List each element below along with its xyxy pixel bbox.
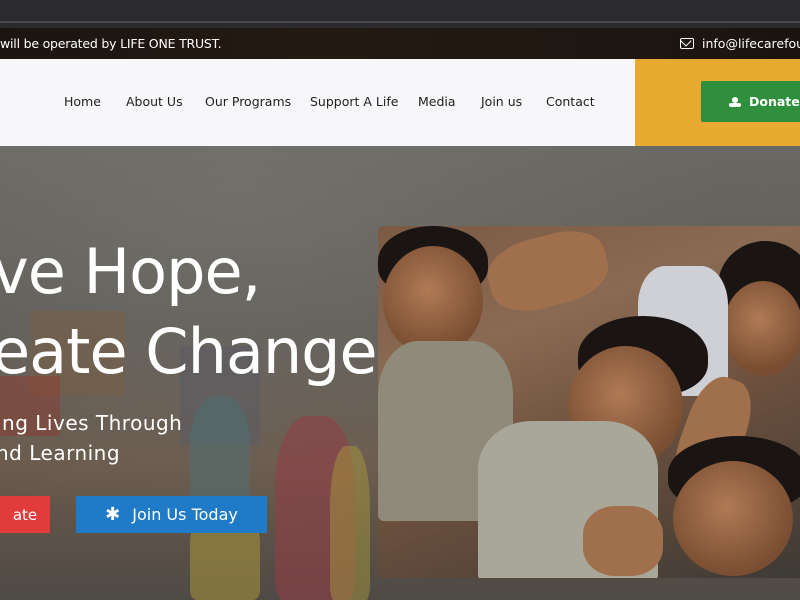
- photo-child-face: [723, 281, 800, 376]
- donate-button-label: Donate: [749, 94, 800, 109]
- top-announcement-bar: will be operated by LIFE ONE TRUST. info…: [0, 28, 800, 59]
- nav-contact[interactable]: Contact: [546, 94, 595, 109]
- browser-chrome: [0, 0, 800, 28]
- hero-subtitle: ing Lives Through nd Learning: [0, 408, 182, 468]
- email-text: info@lifecarefound: [702, 36, 800, 51]
- nav-about-us[interactable]: About Us: [126, 94, 183, 109]
- photo-child-hand: [480, 226, 616, 321]
- donate-button[interactable]: Donate: [701, 81, 800, 122]
- email-link[interactable]: info@lifecarefound: [680, 36, 800, 51]
- photo-child-face: [383, 246, 483, 356]
- photo-child-face: [673, 461, 793, 576]
- nav-media[interactable]: Media: [418, 94, 456, 109]
- hero-photo-children: [378, 226, 800, 578]
- hero-title-line1: ve Hope,: [0, 235, 261, 308]
- join-button-label: Join Us Today: [132, 505, 238, 524]
- announcement-text: will be operated by LIFE ONE TRUST.: [0, 36, 222, 51]
- join-us-today-button[interactable]: ✱ Join Us Today: [76, 496, 267, 533]
- photo-child-hand: [583, 506, 663, 576]
- hero-donate-button[interactable]: ate: [0, 496, 50, 533]
- hero-title: ve Hope, eate Change: [0, 232, 378, 392]
- hero-subtitle-line2: nd Learning: [0, 441, 121, 465]
- nav-home[interactable]: Home: [64, 94, 101, 109]
- main-navbar: Home About Us Our Programs Support A Lif…: [0, 59, 635, 146]
- mail-icon: [680, 38, 694, 49]
- background-figure: [330, 446, 370, 600]
- hero-subtitle-line1: ing Lives Through: [0, 411, 183, 435]
- hand-heart-icon: [729, 96, 741, 107]
- hero-section: ve Hope, eate Change ing Lives Through n…: [0, 146, 800, 600]
- asterisk-icon: ✱: [105, 503, 121, 525]
- nav-join-us[interactable]: Join us: [481, 94, 522, 109]
- hero-title-line2: eate Change: [0, 315, 378, 388]
- browser-divider: [0, 21, 800, 23]
- nav-support-a-life[interactable]: Support A Life: [310, 94, 398, 109]
- nav-our-programs[interactable]: Our Programs: [205, 94, 291, 109]
- donate-panel: Donate: [635, 59, 800, 146]
